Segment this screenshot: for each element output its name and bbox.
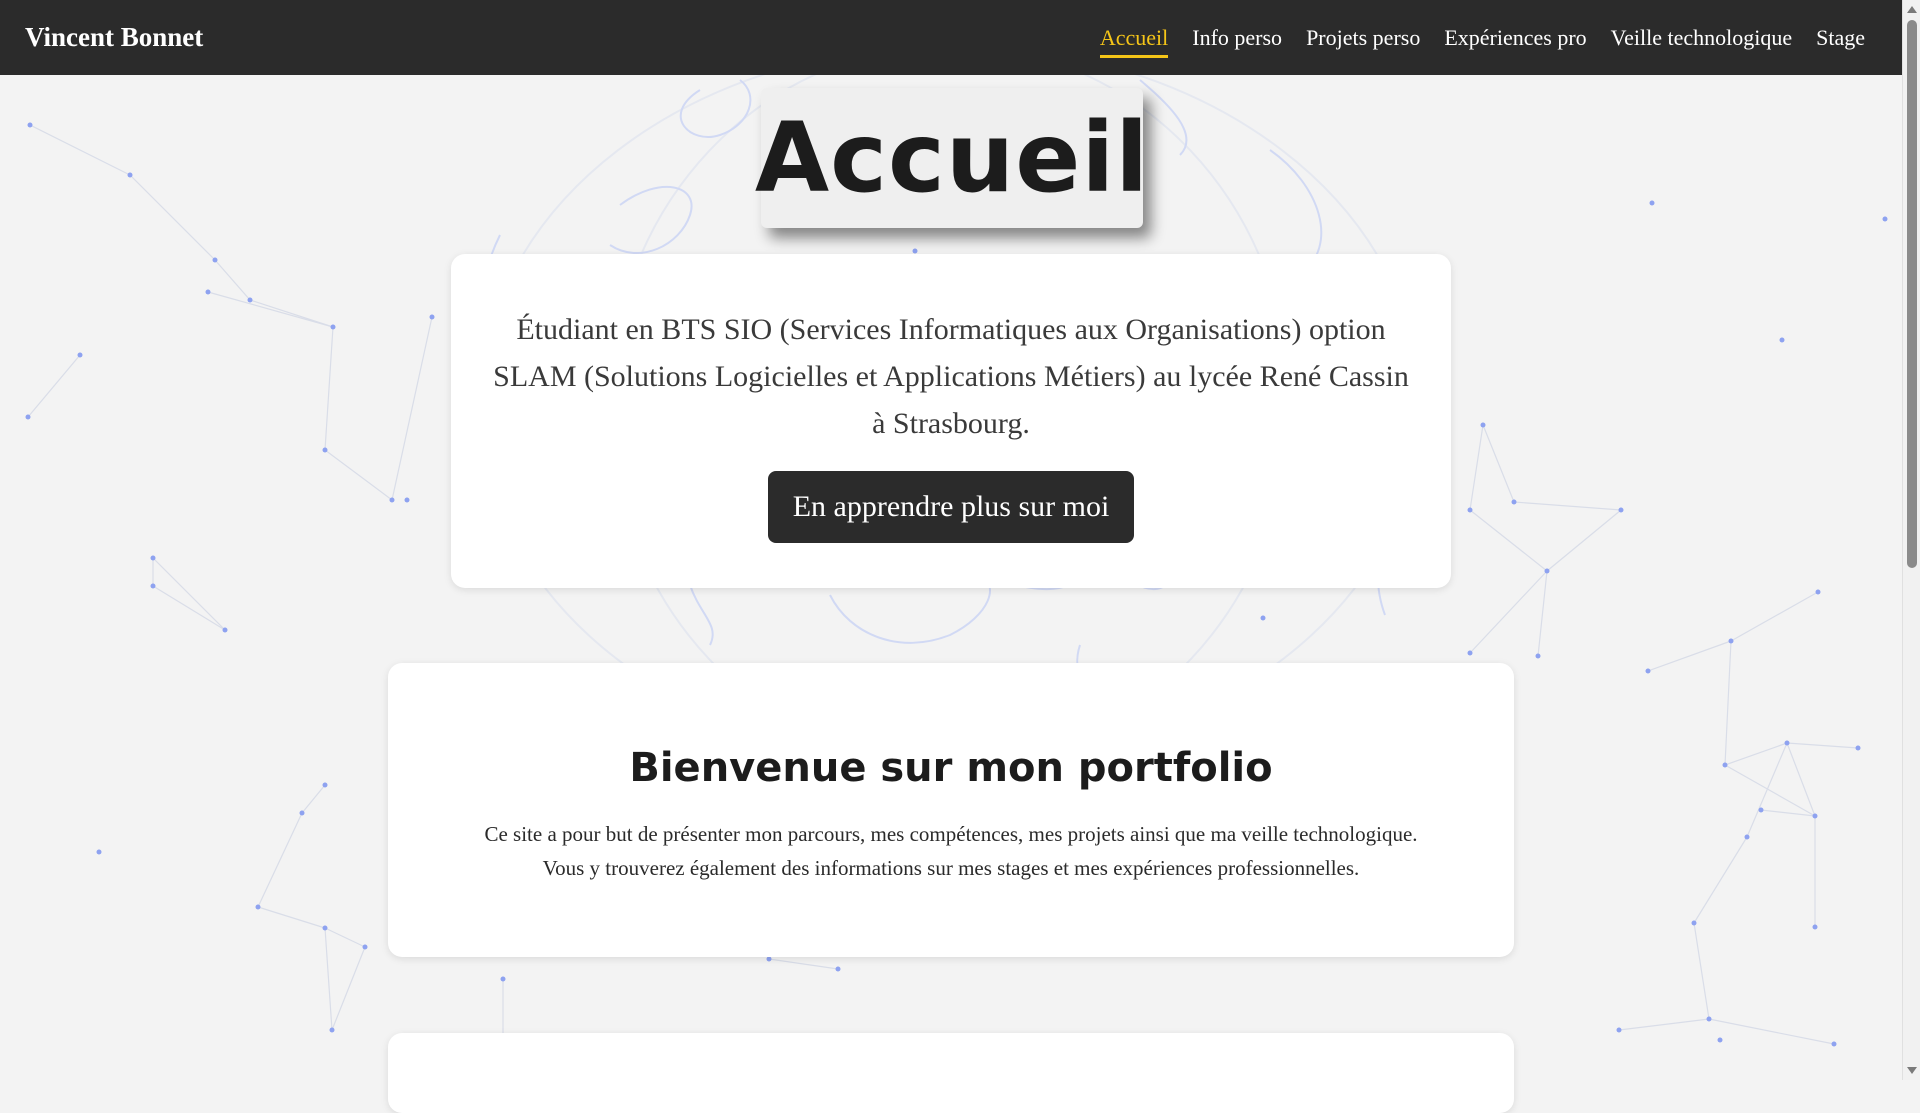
nav-link-experiences-pro[interactable]: Expériences pro [1432, 19, 1598, 57]
intro-card: Étudiant en BTS SIO (Services Informatiq… [451, 254, 1451, 588]
scrollbar-thumb[interactable] [1907, 20, 1917, 568]
scroll-down-arrow-icon[interactable] [1907, 1067, 1917, 1074]
welcome-card: Bienvenue sur mon portfolio Ce site a po… [388, 663, 1514, 957]
welcome-text: Ce site a pour but de présenter mon parc… [388, 817, 1514, 885]
intro-text: Étudiant en BTS SIO (Services Informatiq… [493, 313, 1409, 440]
hero-title-box: Accueil [755, 88, 1148, 228]
scroll-up-arrow-icon[interactable] [1907, 6, 1917, 13]
page-title: Accueil [754, 102, 1150, 214]
nav-link-stage[interactable]: Stage [1804, 19, 1877, 57]
welcome-text-line-1: Ce site a pour but de présenter mon parc… [484, 822, 1418, 846]
next-section-card [388, 1033, 1514, 1113]
nav-link-accueil[interactable]: Accueil [1088, 19, 1180, 58]
nav-links: Accueil Info perso Projets perso Expérie… [1088, 19, 1877, 58]
nav-link-veille-technologique[interactable]: Veille technologique [1599, 19, 1804, 57]
welcome-title: Bienvenue sur mon portfolio [629, 745, 1273, 791]
learn-more-button[interactable]: En apprendre plus sur moi [767, 471, 1135, 543]
welcome-text-line-2: Vous y trouverez également des informati… [542, 856, 1360, 880]
top-navbar: Vincent Bonnet Accueil Info perso Projet… [0, 0, 1902, 75]
nav-link-projets-perso[interactable]: Projets perso [1294, 19, 1432, 57]
page-scrollbar[interactable] [1902, 0, 1920, 1080]
nav-link-info-perso[interactable]: Info perso [1180, 19, 1294, 57]
site-brand[interactable]: Vincent Bonnet [25, 22, 203, 53]
